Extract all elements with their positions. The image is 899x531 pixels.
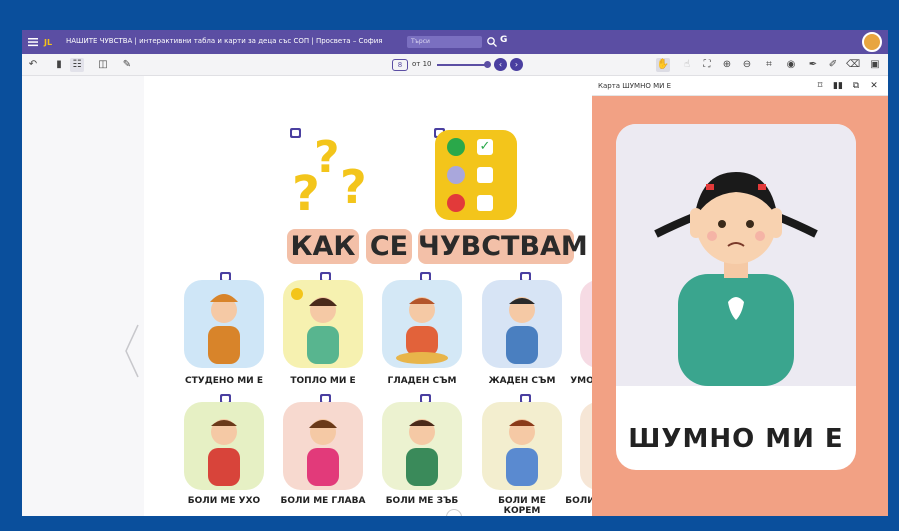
title-word: СЕ xyxy=(366,229,412,264)
edit-icon[interactable]: ✎ xyxy=(120,58,134,72)
emotion-label: БОЛИ xyxy=(565,496,592,506)
logo: JL xyxy=(44,38,53,47)
thumbnail-view-icon[interactable]: ☷ xyxy=(70,58,84,72)
eraser-icon[interactable]: ⌫ xyxy=(846,58,860,72)
double-page-icon[interactable]: ◫ xyxy=(96,58,110,72)
crop-icon[interactable]: ⌗ xyxy=(762,58,776,72)
emotion-label: БОЛИ МЕ УХО xyxy=(187,496,261,506)
emotion-card[interactable] xyxy=(482,402,562,490)
pointer-icon[interactable]: ☝ xyxy=(680,58,694,72)
bookmark-icon[interactable]: ⌑ xyxy=(814,80,826,92)
title-word: ЧУВСТВАМ xyxy=(418,229,588,264)
check-box-checked[interactable]: ✓ xyxy=(477,139,493,155)
pen-icon[interactable]: ✒ xyxy=(806,58,820,72)
save-icon[interactable]: ▣ xyxy=(868,58,882,72)
emotion-card[interactable] xyxy=(580,280,592,368)
left-panel xyxy=(22,76,144,516)
happy-face-icon xyxy=(447,138,465,156)
menu-icon[interactable] xyxy=(26,35,40,49)
profile-avatar[interactable] xyxy=(862,32,882,52)
zoom-slider[interactable] xyxy=(437,64,487,66)
search-input[interactable]: Търси xyxy=(407,36,482,48)
emotion-card[interactable] xyxy=(382,402,462,490)
card-illustration xyxy=(616,124,856,386)
zoom-in-icon[interactable]: ⊕ xyxy=(720,58,734,72)
emotion-card[interactable] xyxy=(283,402,363,490)
emotion-card[interactable] xyxy=(184,402,264,490)
zoom-slider-thumb[interactable] xyxy=(484,61,491,68)
zoom-out-icon[interactable]: ⊖ xyxy=(740,58,754,72)
image-icon[interactable] xyxy=(290,128,301,138)
card-label: ШУМНО МИ Е xyxy=(628,424,844,454)
emotion-label: ТОПЛО МИ Е xyxy=(290,376,356,386)
columns-icon[interactable]: ▮▮ xyxy=(832,80,844,92)
title-bar: JL НАШИТЕ ЧУВСТВА | интерактивни табла и… xyxy=(22,30,888,54)
g-icon[interactable]: G xyxy=(500,35,507,45)
card-panel: Карта ШУМНО МИ Е ⌑ ▮▮ ⧉ ✕ ШУМНО МИ Е xyxy=(592,76,888,516)
single-page-icon[interactable]: ▮ xyxy=(52,58,66,72)
eye-icon[interactable]: ◉ xyxy=(784,58,798,72)
fullscreen-icon[interactable]: ⛶ xyxy=(700,58,714,72)
emotion-card[interactable] xyxy=(482,280,562,368)
neutral-face-icon xyxy=(447,166,465,184)
sad-face-icon xyxy=(447,194,465,212)
mood-scale: ✓ xyxy=(435,130,517,220)
external-icon[interactable]: ⧉ xyxy=(850,80,862,92)
emotion-card[interactable] xyxy=(382,280,462,368)
emotion-label: УМО xyxy=(570,376,592,386)
question-mark-decoration: ? xyxy=(340,160,367,214)
previous-arrow-icon[interactable] xyxy=(122,321,142,381)
prev-page-button[interactable]: ‹ xyxy=(494,58,507,71)
emotion-label: БОЛИ МЕ КОРЕМ xyxy=(498,496,546,516)
emotion-label: СТУДЕНО МИ Е xyxy=(185,376,263,386)
search-icon[interactable] xyxy=(486,36,498,48)
check-box[interactable] xyxy=(477,195,493,211)
hand-icon[interactable]: ✋ xyxy=(656,58,670,72)
book-page: ? ? ? ✓ КАК СЕ ЧУВСТВАМ СТУДЕНО МИ Е ТОП… xyxy=(144,76,592,516)
toolbar: ↶ ▮ ☷ ◫ ✎ 8 от 10 ‹ › ✋ ☝ ⛶ ⊕ ⊖ ⌗ ◉ ✒ ✐ … xyxy=(22,54,888,76)
title-word: КАК xyxy=(287,229,359,264)
app-title: НАШИТЕ ЧУВСТВА | интерактивни табла и ка… xyxy=(66,37,383,45)
page-number-input[interactable]: 8 xyxy=(392,59,408,71)
emotion-label: БОЛИ МЕ ГЛАВА xyxy=(280,496,366,506)
highlighter-icon[interactable]: ✐ xyxy=(826,58,840,72)
page-total: от 10 xyxy=(412,60,432,68)
undo-icon[interactable]: ↶ xyxy=(26,58,40,72)
emotion-card[interactable] xyxy=(184,280,264,368)
check-box[interactable] xyxy=(477,167,493,183)
emotion-label: ЖАДЕН СЪМ xyxy=(488,376,556,386)
emotion-label: БОЛИ МЕ ЗЪБ xyxy=(385,496,459,506)
card-panel-header: Карта ШУМНО МИ Е ⌑ ▮▮ ⧉ ✕ xyxy=(592,76,888,96)
emotion-card-large: ШУМНО МИ Е xyxy=(616,124,856,470)
emotion-label: ГЛАДЕН СЪМ xyxy=(387,376,457,386)
question-mark-decoration: ? xyxy=(314,132,340,183)
emotion-card[interactable] xyxy=(283,280,363,368)
next-page-button[interactable]: › xyxy=(510,58,523,71)
emotion-card[interactable] xyxy=(580,402,592,490)
close-icon[interactable]: ✕ xyxy=(868,80,880,92)
card-panel-title: Карта ШУМНО МИ Е xyxy=(598,82,672,90)
app-window: JL НАШИТЕ ЧУВСТВА | интерактивни табла и… xyxy=(22,30,888,516)
